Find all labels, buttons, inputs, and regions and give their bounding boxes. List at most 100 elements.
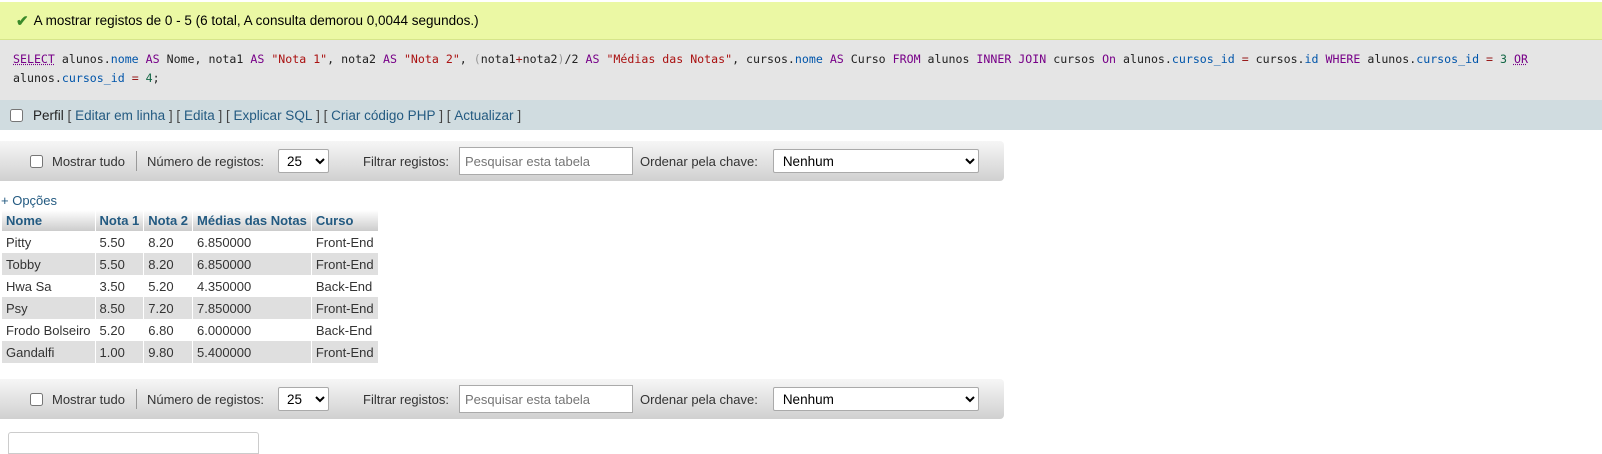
sql-token: ( [473, 52, 481, 66]
table-cell: 5.400000 [192, 341, 312, 363]
table-navigation-top: Mostrar tudo Número de registos: 25 Filt… [0, 141, 1004, 181]
sql-token: SELECT [13, 52, 55, 66]
sql-token: alunos [920, 52, 977, 66]
table-cell: Front-End [311, 341, 379, 363]
table-cell: 8.20 [143, 231, 194, 253]
sql-token: alunos. [1360, 52, 1417, 66]
sql-token: "Nota 2" [403, 52, 460, 66]
options-link[interactable]: + Opções [1, 193, 57, 208]
table-row[interactable]: Psy 8.50 7.20 7.850000 Front-End [2, 297, 379, 319]
table-row[interactable]: Hwa Sa 3.50 5.20 4.350000 Back-End [2, 275, 379, 297]
table-cell: 6.80 [143, 319, 194, 341]
num-rows-select[interactable]: 25 [278, 387, 330, 411]
sql-token: alunos. [1116, 52, 1172, 66]
filter-input[interactable] [459, 385, 634, 413]
sort-select[interactable]: Nenhum [772, 149, 979, 173]
sql-token: WHERE [1325, 52, 1361, 66]
sql-token: AS [250, 52, 265, 66]
perfil-checkbox[interactable] [10, 108, 23, 122]
column-header-medias[interactable]: Médias das Notas [192, 210, 312, 231]
table-cell: 5.20 [95, 319, 145, 341]
table-cell: Pitty [2, 231, 96, 253]
table-cell: 7.850000 [192, 297, 312, 319]
sql-token: , nota2 [327, 52, 383, 66]
table-cell: 5.50 [95, 253, 145, 275]
table-cell: Frodo Bolseiro [2, 319, 96, 341]
column-header-curso[interactable]: Curso [311, 210, 379, 231]
column-header-nota1[interactable]: Nota 1 [95, 210, 145, 231]
table-cell: 5.50 [95, 231, 145, 253]
sql-token: = [131, 71, 139, 85]
sql-token: cursos. [1248, 52, 1305, 66]
table-cell: Gandalfi [2, 341, 96, 363]
check-icon: ✔ [16, 12, 29, 30]
sql-query-box[interactable]: SELECT alunos.nome AS Nome, nota1 AS "No… [0, 40, 1602, 100]
filter-label: Filtrar registos: [363, 153, 450, 169]
table-cell: Back-End [311, 319, 379, 341]
table-navigation-bottom: Mostrar tudo Número de registos: 25 Filt… [0, 379, 1004, 419]
show-all-checkbox[interactable] [30, 392, 43, 406]
sql-token: = [1486, 52, 1494, 66]
sql-token: nota1 [480, 52, 516, 66]
show-all-label: Mostrar tudo [52, 153, 125, 169]
create-php-code-link[interactable]: Criar código PHP [331, 108, 435, 123]
table-row[interactable]: Frodo Bolseiro 5.20 6.80 6.000000 Back-E… [2, 319, 379, 341]
filter-input[interactable] [459, 147, 634, 175]
sql-token: 4 [145, 71, 153, 85]
sql-token: nome [110, 52, 139, 66]
sql-token: alunos. [13, 71, 62, 85]
num-rows-select[interactable]: 25 [278, 149, 330, 173]
sql-token: cursos [1046, 52, 1103, 66]
explain-sql-link[interactable]: Explicar SQL [234, 108, 313, 123]
table-row[interactable]: Gandalfi 1.00 9.80 5.400000 Front-End [2, 341, 379, 363]
num-rows-label: Número de registos: [146, 153, 265, 169]
table-cell: 7.20 [143, 297, 194, 319]
table-cell: Front-End [311, 297, 379, 319]
table-cell: 8.20 [143, 253, 194, 275]
edit-link[interactable]: Edita [184, 108, 215, 123]
sql-token: OR [1513, 52, 1528, 66]
show-all-checkbox[interactable] [30, 154, 43, 168]
divider [135, 389, 137, 409]
sql-token: AS [145, 52, 160, 66]
edit-inline-link[interactable]: Editar em linha [75, 108, 165, 123]
perfil-label: Perfil [33, 107, 64, 123]
table-cell: Tobby [2, 253, 96, 275]
table-row[interactable]: Tobby 5.50 8.20 6.850000 Front-End [2, 253, 379, 275]
sql-token: AS [585, 52, 600, 66]
column-header-nota2[interactable]: Nota 2 [143, 210, 194, 231]
sql-token: cursos_id [1171, 52, 1235, 66]
sql-token: On [1102, 52, 1117, 66]
sql-token: Curso [843, 52, 893, 66]
sql-token: cursos_id [61, 71, 125, 85]
sort-label: Ordenar pela chave: [640, 153, 758, 169]
table-cell: 6.850000 [192, 253, 312, 275]
sort-select[interactable]: Nenhum [772, 387, 979, 411]
sql-token: , cursos. [732, 52, 795, 66]
divider [135, 151, 137, 171]
refresh-link[interactable]: Actualizar [454, 108, 513, 123]
table-cell: Back-End [311, 275, 379, 297]
sql-token: + [515, 52, 523, 66]
query-results-operations-box [8, 432, 259, 454]
table-row[interactable]: Pitty 5.50 8.20 6.850000 Front-End [2, 231, 379, 253]
sql-token: "Nota 1" [271, 52, 328, 66]
table-cell: 9.80 [143, 341, 194, 363]
message-text: A mostrar registos de 0 - 5 (6 total, A … [33, 13, 479, 28]
table-cell: 6.850000 [192, 231, 312, 253]
column-header-nome[interactable]: Nome [2, 210, 96, 231]
sql-token: cursos_id [1416, 52, 1480, 66]
sql-token: nome [794, 52, 823, 66]
show-all-label: Mostrar tudo [52, 391, 125, 407]
table-cell: Hwa Sa [2, 275, 96, 297]
results-table: Nome Nota 1 Nota 2 Médias das Notas Curs… [2, 210, 379, 363]
sql-token: FROM [892, 52, 921, 66]
table-cell: 3.50 [95, 275, 145, 297]
table-cell: 6.000000 [192, 319, 312, 341]
